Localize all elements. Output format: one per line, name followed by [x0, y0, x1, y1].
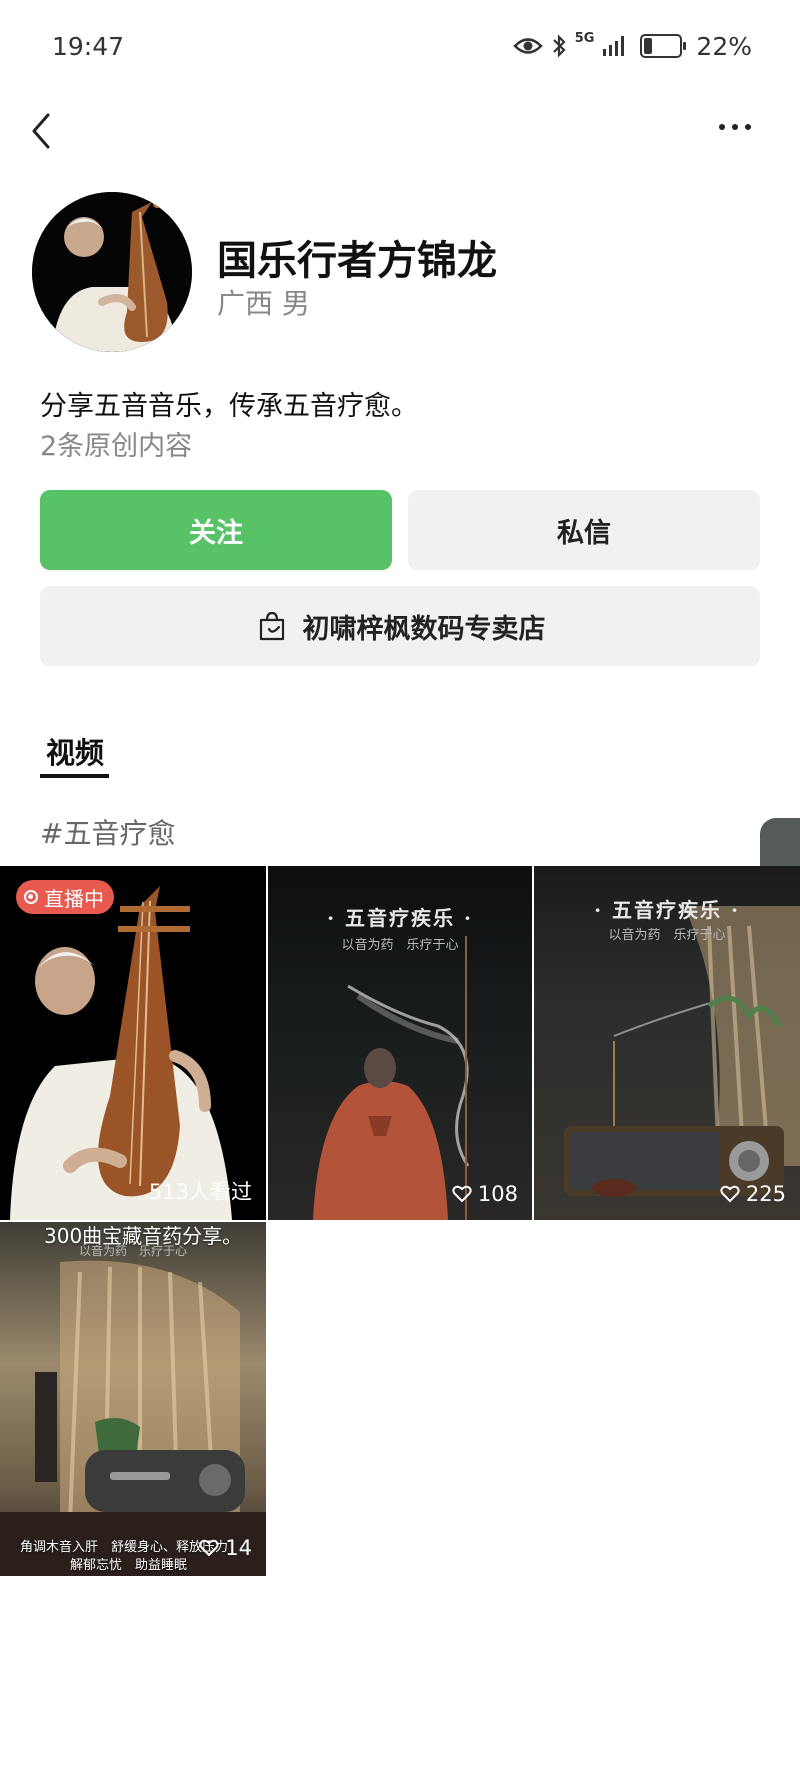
video-thumbnail: [0, 1260, 266, 1576]
like-count: 14: [199, 1536, 252, 1560]
video-subtitle: 以音为药 乐疗于心: [608, 928, 726, 943]
video-title: · 五音疗疾乐 ·: [327, 906, 473, 930]
like-count: 108: [452, 1182, 518, 1206]
more-dot: [745, 124, 751, 130]
avatar[interactable]: [32, 192, 192, 352]
bluetooth-icon: [552, 34, 566, 58]
follow-button[interactable]: 关注: [40, 490, 392, 570]
heart-icon: [452, 1185, 472, 1203]
profile-name: 国乐行者方锦龙: [217, 238, 497, 284]
more-button[interactable]: [710, 112, 760, 142]
status-bar: 19:47 5G 22%: [0, 0, 800, 96]
video-bottom-caption-2: 解郁忘忧 助益睡眠: [70, 1558, 188, 1573]
live-icon: [24, 890, 38, 904]
like-count-label: 225: [745, 1182, 786, 1206]
video-bottom-caption: 角调木音入肝 舒缓身心、释放压力: [20, 1540, 229, 1555]
chevron-left-icon: [32, 113, 50, 149]
video-title: · 五音疗疾乐 ·: [594, 898, 740, 922]
message-button[interactable]: 私信: [408, 490, 760, 570]
follow-label: 关注: [189, 517, 243, 549]
signal-icon: [603, 36, 625, 56]
network-label: 5G: [574, 31, 595, 46]
video-tile[interactable]: 300曲宝藏音药分享。 以音为药 乐疗于心 角调木音入肝 舒缓身心、释放压力 解…: [0, 1222, 266, 1576]
shop-button[interactable]: 初啸梓枫数码专卖店: [40, 586, 760, 666]
view-count: 513人看过: [149, 1176, 252, 1206]
video-thumbnail: [0, 866, 266, 1220]
status-icons: 5G 22%: [512, 30, 752, 62]
content-count: 2条原创内容: [40, 431, 193, 462]
more-dot: [732, 124, 738, 130]
video-tile[interactable]: · 五音疗疾乐 · 以音为药 乐疗于心 225: [534, 866, 800, 1220]
video-tile[interactable]: · 五音疗疾乐 · 以音为药 乐疗于心 108: [268, 866, 532, 1220]
tab-underline: [40, 774, 109, 778]
battery-icon: [640, 34, 687, 58]
eye-icon: [512, 38, 543, 54]
video-subtitle: 以音为药 乐疗于心: [341, 938, 459, 953]
shop-label: 初啸梓枫数码专卖店: [302, 613, 546, 645]
more-dot: [719, 124, 725, 130]
heart-icon: [720, 1185, 740, 1203]
battery-level: 22%: [696, 31, 752, 61]
tab-videos[interactable]: 视频: [46, 730, 104, 772]
status-time: 19:47: [52, 32, 125, 61]
shopping-bag-icon: [259, 611, 284, 641]
like-count-label: 14: [225, 1536, 252, 1560]
back-button[interactable]: [24, 105, 64, 155]
like-count: 225: [720, 1182, 786, 1206]
message-label: 私信: [557, 517, 611, 549]
live-badge: 直播中: [16, 880, 114, 914]
video-tile-live[interactable]: 直播中 513人看过: [0, 866, 266, 1220]
avatar-image: [32, 192, 192, 352]
video-subtitle: 以音为药 乐疗于心: [78, 1244, 187, 1258]
profile-meta: 广西 男: [217, 287, 310, 320]
live-badge-label: 直播中: [44, 886, 104, 911]
hashtag-label[interactable]: #五音疗愈: [40, 812, 175, 852]
view-count-label: 513人看过: [148, 1180, 252, 1204]
heart-icon: [199, 1539, 219, 1557]
like-count-label: 108: [477, 1182, 518, 1206]
profile-bio: 分享五音音乐，传承五音疗愈。: [40, 391, 418, 422]
